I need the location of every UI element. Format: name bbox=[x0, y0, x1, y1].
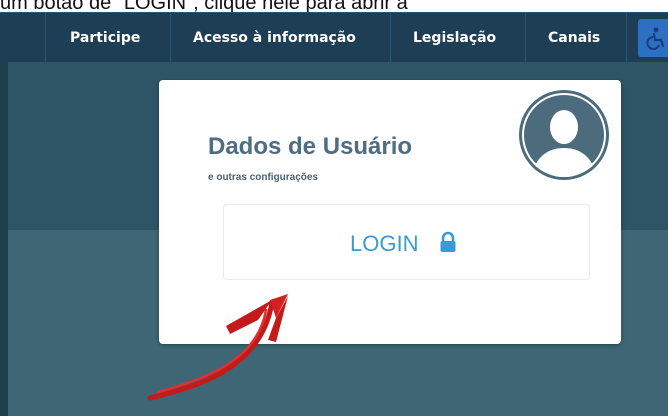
user-data-card: Dados de Usuário e outras configurações … bbox=[159, 80, 621, 344]
nav-divider bbox=[45, 13, 46, 63]
lock-icon bbox=[440, 231, 456, 252]
nav-divider bbox=[525, 13, 526, 63]
top-navbar: Participe Acesso à informação Legislação… bbox=[0, 12, 668, 63]
accessibility-button[interactable] bbox=[638, 19, 668, 57]
wheelchair-icon bbox=[646, 27, 665, 50]
card-title: Dados de Usuário bbox=[208, 133, 413, 160]
nav-item-acesso-informacao[interactable]: Acesso à informação bbox=[193, 13, 356, 63]
left-side-strip bbox=[0, 62, 8, 416]
user-avatar-icon bbox=[519, 90, 609, 180]
login-button[interactable]: LOGIN bbox=[223, 204, 590, 280]
nav-item-legislacao[interactable]: Legislação bbox=[413, 13, 496, 63]
card-subtitle: e outras configurações bbox=[208, 172, 319, 183]
nav-divider bbox=[390, 13, 391, 63]
nav-item-canais[interactable]: Canais bbox=[548, 13, 600, 63]
nav-item-participe[interactable]: Participe bbox=[70, 13, 140, 63]
nav-divider bbox=[626, 13, 627, 63]
nav-divider bbox=[170, 13, 171, 63]
login-button-label: LOGIN bbox=[350, 231, 419, 256]
